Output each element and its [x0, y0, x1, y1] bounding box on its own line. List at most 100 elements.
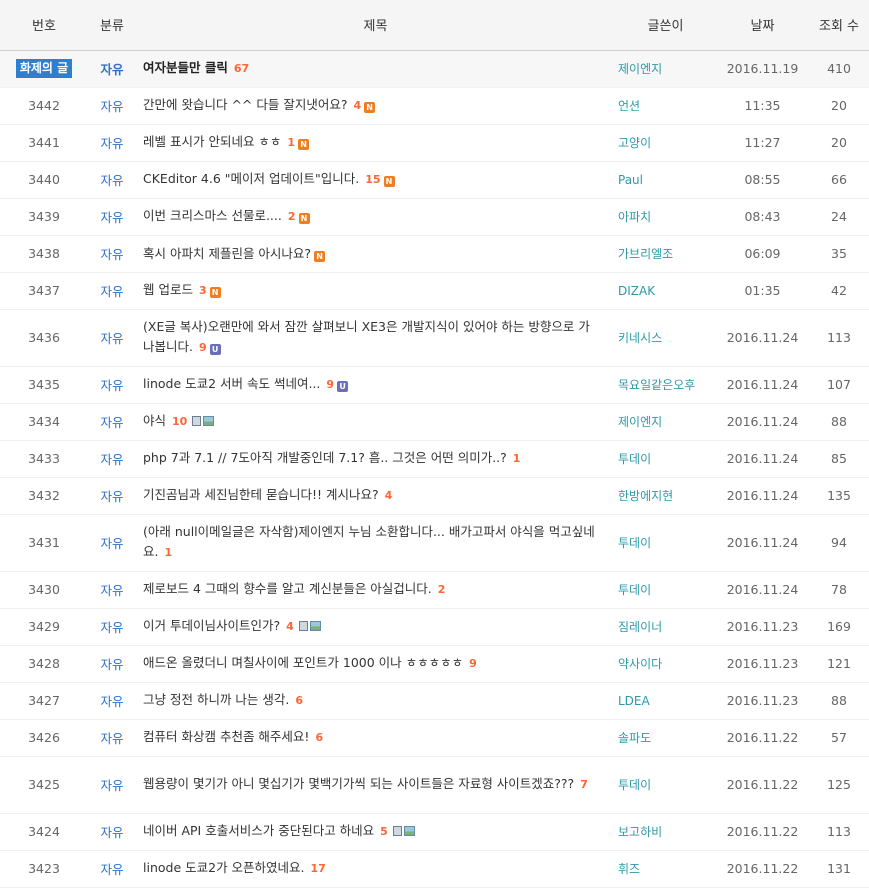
author-link[interactable]: 투데이 [615, 756, 716, 813]
author-link[interactable]: 짐레이너 [615, 608, 716, 645]
category-link[interactable]: 자유 [88, 309, 136, 366]
category-link[interactable]: 자유 [88, 682, 136, 719]
post-title-link[interactable]: 웹용량이 몇기가 아니 몇십기가 몇백기가씩 되는 사이트들은 자료형 사이트겠… [143, 776, 574, 791]
comment-count[interactable]: 3 [199, 284, 207, 297]
post-title-link[interactable]: 제로보드 4 그때의 향수를 알고 계신분들은 아실겁니다. [143, 581, 432, 596]
board-body: 화제의 글 자유 여자분들만 클릭 67 제이엔지 2016.11.19 410 … [0, 50, 869, 887]
view-count: 42 [831, 283, 847, 298]
comment-count[interactable]: 1 [164, 546, 172, 559]
category-link[interactable]: 자유 [88, 272, 136, 309]
header-title[interactable]: 제목 [136, 0, 615, 51]
comment-count[interactable]: 9 [326, 378, 334, 391]
post-title-link[interactable]: (아래 null이메일글은 자삭함)제이엔지 누님 소환합니다... 배가고파서… [143, 524, 595, 559]
comment-count[interactable]: 17 [311, 862, 326, 875]
post-title-link[interactable]: 그냥 정전 하니까 나는 생각. [143, 692, 289, 707]
comment-count[interactable]: 1 [513, 452, 521, 465]
category-link[interactable]: 자유 [88, 235, 136, 272]
author-link[interactable]: 투데이 [615, 571, 716, 608]
category-link[interactable]: 자유 [88, 198, 136, 235]
title-cell: linode 도쿄2가 오픈하였네요. 17 [136, 850, 615, 887]
post-title-link[interactable]: 이번 크리스마스 선물로.... [143, 208, 282, 223]
comment-count[interactable]: 6 [315, 731, 323, 744]
post-date: 2016.11.23 [726, 619, 799, 634]
author-link[interactable]: 투데이 [615, 514, 716, 571]
comment-count[interactable]: 1 [287, 136, 295, 149]
comment-count[interactable]: 7 [580, 778, 588, 791]
post-title-link[interactable]: 컴퓨터 화상캠 추천좀 해주세요! [143, 729, 309, 744]
author-link[interactable]: 투데이 [615, 440, 716, 477]
post-title-link[interactable]: 웹 업로드 [143, 282, 193, 297]
category-link[interactable]: 자유 [88, 124, 136, 161]
category-link[interactable]: 자유 [88, 813, 136, 850]
author-link[interactable]: 가브리엘조 [615, 235, 716, 272]
comment-count[interactable]: 5 [380, 825, 388, 838]
notice-category-link[interactable]: 자유 [88, 50, 136, 87]
post-title-link[interactable]: 애드온 올렸더니 며칠사이에 포인트가 1000 이나 ㅎㅎㅎㅎㅎ [143, 655, 463, 670]
category-link[interactable]: 자유 [88, 87, 136, 124]
category-link[interactable]: 자유 [88, 477, 136, 514]
author-link[interactable]: 목요일같은오후 [615, 366, 716, 403]
comment-count[interactable]: 10 [172, 415, 187, 428]
author-link[interactable]: 보고하비 [615, 813, 716, 850]
author-link[interactable]: 아파치 [615, 198, 716, 235]
category-link[interactable]: 자유 [88, 850, 136, 887]
post-title-link[interactable]: CKEditor 4.6 "메이저 업데이트"입니다. [143, 171, 359, 186]
view-count: 94 [831, 535, 847, 550]
title-cell: 혹시 아파치 제플린을 아시나요? N [136, 235, 615, 272]
comment-count[interactable]: 67 [234, 62, 249, 75]
post-title-link[interactable]: 레벨 표시가 안되네요 ㅎㅎ [143, 134, 281, 149]
author-link[interactable]: 키네시스 [615, 309, 716, 366]
post-title-link[interactable]: 네이버 API 호출서비스가 중단된다고 하네요 [143, 823, 374, 838]
post-number: 3438 [28, 246, 60, 261]
table-row: 3442 자유 간만에 왓습니다 ^^ 다들 잘지냇어요? 4 N 언션 11:35 20 [0, 87, 869, 124]
notice-title-link[interactable]: 여자분들만 클릭 [143, 60, 228, 75]
author-link[interactable]: LDEA [615, 682, 716, 719]
post-title-link[interactable]: 기진곰님과 세진님한테 묻습니다!! 계시나요? [143, 487, 379, 502]
header-views[interactable]: 조회 수 [809, 0, 869, 51]
author-link[interactable]: 약사이다 [615, 645, 716, 682]
author-link[interactable]: 고양이 [615, 124, 716, 161]
category-link[interactable]: 자유 [88, 608, 136, 645]
post-title-link[interactable]: 혹시 아파치 제플린을 아시나요? [143, 246, 311, 261]
author-link[interactable]: 제이엔지 [615, 403, 716, 440]
post-title-link[interactable]: 간만에 왓습니다 ^^ 다들 잘지냇어요? [143, 97, 347, 112]
author-link[interactable]: Paul [615, 161, 716, 198]
author-link[interactable]: DIZAK [615, 272, 716, 309]
comment-count[interactable]: 6 [295, 694, 303, 707]
notice-date: 2016.11.19 [726, 61, 799, 76]
post-title-link[interactable]: 이거 투데이님사이트인가? [143, 618, 280, 633]
category-link[interactable]: 자유 [88, 161, 136, 198]
comment-count[interactable]: 4 [353, 99, 361, 112]
author-link[interactable]: 한방에지현 [615, 477, 716, 514]
title-cell: CKEditor 4.6 "메이저 업데이트"입니다. 15 N [136, 161, 615, 198]
comment-count[interactable]: 9 [469, 657, 477, 670]
comment-count[interactable]: 4 [286, 620, 294, 633]
comment-count[interactable]: 15 [365, 173, 380, 186]
header-no[interactable]: 번호 [0, 0, 88, 51]
category-link[interactable]: 자유 [88, 756, 136, 813]
category-link[interactable]: 자유 [88, 403, 136, 440]
author-link[interactable]: 휘즈 [615, 850, 716, 887]
comment-count[interactable]: 4 [385, 489, 393, 502]
comment-count[interactable]: 2 [438, 583, 446, 596]
post-title-link[interactable]: php 7과 7.1 // 7도아직 개발중인데 7.1? 흠.. 그것은 어떤… [143, 450, 507, 465]
post-title-link[interactable]: linode 도쿄2가 오픈하였네요. [143, 860, 305, 875]
header-date[interactable]: 날짜 [716, 0, 809, 51]
author-link[interactable]: 언션 [615, 87, 716, 124]
post-title-link[interactable]: linode 도쿄2 서버 속도 썩네여... [143, 376, 320, 391]
category-link[interactable]: 자유 [88, 571, 136, 608]
category-link[interactable]: 자유 [88, 514, 136, 571]
notice-author-link[interactable]: 제이엔지 [615, 50, 716, 87]
header-author[interactable]: 글쓴이 [615, 0, 716, 51]
image-icon [203, 416, 215, 426]
post-title-link[interactable]: 야식 [143, 413, 166, 428]
category-link[interactable]: 자유 [88, 719, 136, 756]
comment-count[interactable]: 2 [288, 210, 296, 223]
header-category[interactable]: 분류 [88, 0, 136, 51]
category-link[interactable]: 자유 [88, 645, 136, 682]
category-link[interactable]: 자유 [88, 440, 136, 477]
post-number: 3426 [28, 730, 60, 745]
category-link[interactable]: 자유 [88, 366, 136, 403]
comment-count[interactable]: 9 [199, 341, 207, 354]
author-link[interactable]: 솔파도 [615, 719, 716, 756]
